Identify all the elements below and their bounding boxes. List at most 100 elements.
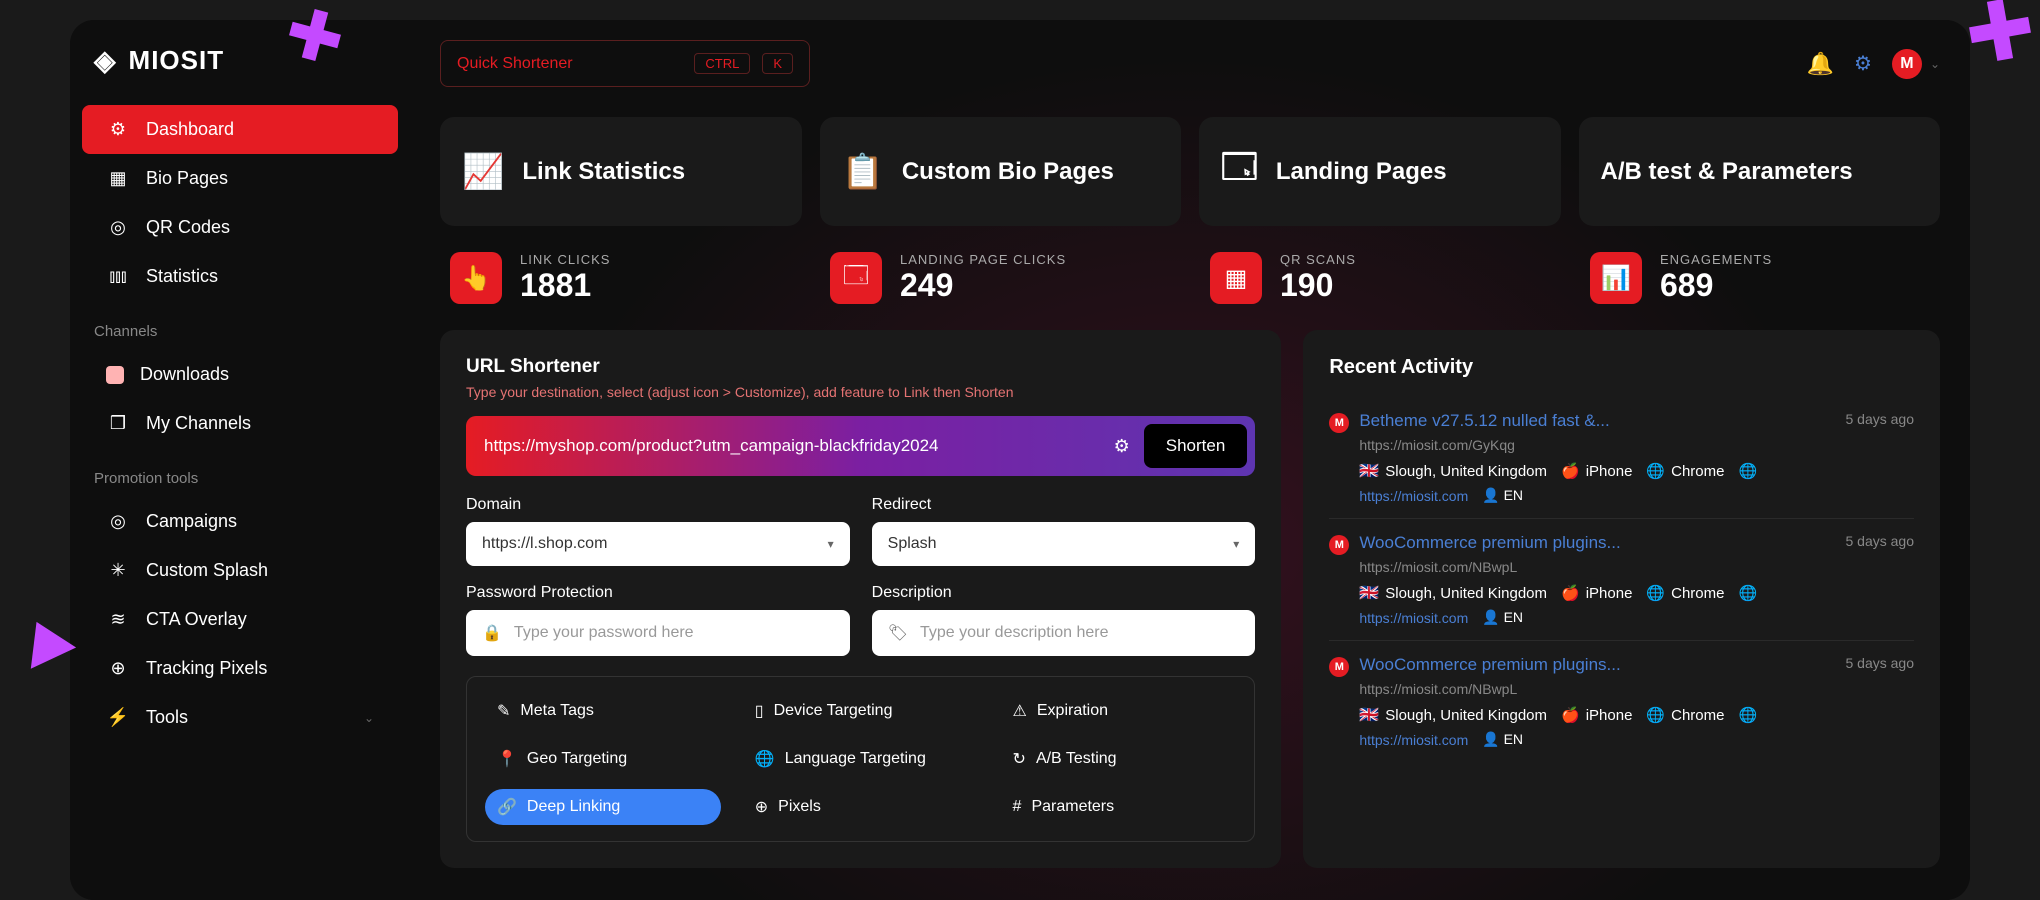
activity-browser: Chrome [1671,463,1724,480]
sidebar-item-label: Downloads [140,364,229,385]
adjust-icon[interactable]: ⚙ [1114,436,1130,457]
activity-title[interactable]: WooCommerce premium plugins... [1359,655,1835,675]
sidebar-item-my-channels[interactable]: ❒ My Channels [82,399,398,448]
stat-value: 1881 [520,267,610,304]
avatar: M [1892,49,1922,79]
activity-title[interactable]: Betheme v27.5.12 nulled fast &... [1359,411,1835,431]
activity-item: M Betheme v27.5.12 nulled fast &... 5 da… [1329,397,1914,519]
redirect-select[interactable]: Splash ▾ [872,522,1256,566]
kbd-ctrl: CTRL [694,53,750,74]
feature-language-targeting[interactable]: 🌐Language Targeting [743,741,979,777]
activity-lang: EN [1504,487,1523,503]
sidebar-item-custom-splash[interactable]: ✳ Custom Splash [82,546,398,595]
feature-label: Expiration [1037,702,1108,720]
settings-icon[interactable]: ⚙ [1854,51,1872,76]
feature-label: Parameters [1031,798,1114,816]
url-input-row: https://myshop.com/product?utm_campaign-… [466,416,1255,476]
feature-meta-tags[interactable]: ✎Meta Tags [485,693,721,729]
sidebar-item-dashboard[interactable]: ⚙ Dashboard [82,105,398,154]
activity-browser: Chrome [1671,707,1724,724]
activity-title[interactable]: WooCommerce premium plugins... [1359,533,1835,553]
description-input[interactable]: 🏷 Type your description here [872,610,1256,656]
sidebar-item-label: QR Codes [146,217,230,238]
feature-device-targeting[interactable]: ▯ Device Targeting [743,693,979,729]
stat-value: 190 [1280,267,1356,304]
tab-label: Landing Pages [1276,158,1447,186]
quick-shortener-search[interactable]: Quick Shortener CTRL K [440,40,810,87]
feature-expiration[interactable]: ⚠ Expiration [1001,693,1237,729]
tab-landing-pages[interactable]: 🗔 Landing Pages [1199,117,1561,226]
panel-title: Recent Activity [1329,356,1914,379]
tab-label: Link Statistics [522,158,685,186]
sidebar-item-campaigns[interactable]: ◎ Campaigns [82,497,398,546]
feature-parameters[interactable]: # Parameters [1001,789,1237,825]
activity-link[interactable]: https://miosit.com [1359,610,1468,626]
redirect-label: Redirect [872,496,1256,514]
activity-url: https://miosit.com/NBwpL [1329,559,1914,575]
domain-select[interactable]: https://l.shop.com ▾ [466,522,850,566]
feature-geo-targeting[interactable]: 📍Geo Targeting [485,741,721,777]
feature-label: Pixels [778,798,821,816]
sidebar-item-downloads[interactable]: Downloads [82,350,398,399]
sidebar-item-qr-codes[interactable]: ◎ QR Codes [82,203,398,252]
activity-time: 5 days ago [1846,533,1915,549]
activity-link[interactable]: https://miosit.com [1359,732,1468,748]
tab-ab-test[interactable]: A/B test & Parameters [1579,117,1941,226]
decoration-plus [1970,0,2030,60]
user-icon: 👤 [1482,731,1499,747]
chrome-icon: 🌐 [1646,462,1665,480]
brand-logo[interactable]: ◈ MIOSIT [70,44,410,105]
feature-label: Deep Linking [527,798,620,816]
activity-link[interactable]: https://miosit.com [1359,488,1468,504]
activity-lang: EN [1504,609,1523,625]
device-icon: ▯ [755,701,764,721]
sidebar-item-cta-overlay[interactable]: ≋ CTA Overlay [82,595,398,644]
stat-landing-page-clicks: 🗔 LANDING PAGE CLICKS 249 [830,252,1170,304]
recent-activity-panel: Recent Activity M Betheme v27.5.12 nulle… [1303,330,1940,868]
description-placeholder: Type your description here [920,624,1109,642]
activity-badge: M [1329,535,1349,555]
sidebar-item-label: Campaigns [146,511,237,532]
sidebar-section-promotion: Promotion tools [70,448,410,497]
apple-icon: 🍎 [1561,462,1580,480]
activity-item: M WooCommerce premium plugins... 5 days … [1329,641,1914,762]
app-window: ◈ MIOSIT ⚙ Dashboard ▦ Bio Pages ◎ QR Co… [70,20,1970,900]
cube-icon: ❒ [106,413,130,434]
decoration-triangle [14,611,76,668]
layers-icon: ≋ [106,609,130,630]
feature-label: Meta Tags [520,702,594,720]
tag-icon: 🏷 [888,623,908,643]
panel-title: URL Shortener [466,356,1255,378]
feature-ab-testing[interactable]: ↻A/B Testing [1001,741,1237,777]
url-input[interactable]: https://myshop.com/product?utm_campaign-… [484,436,1100,456]
feature-deep-linking[interactable]: 🔗Deep Linking [485,789,721,825]
tab-custom-bio-pages[interactable]: 📋 Custom Bio Pages [820,117,1182,226]
activity-location: Slough, United Kingdom [1385,585,1547,602]
feature-pixels[interactable]: ⊕Pixels [743,789,979,825]
chevron-down-icon: ▾ [828,537,834,551]
sidebar-item-tracking-pixels[interactable]: ⊕ Tracking Pixels [82,644,398,693]
sidebar-item-bio-pages[interactable]: ▦ Bio Pages [82,154,398,203]
user-menu[interactable]: M ⌄ [1892,49,1940,79]
flag-icon: 🇬🇧 [1359,705,1379,725]
window-icon: 🗔 [1221,143,1258,200]
list-icon: 📋 [842,152,884,192]
password-input[interactable]: 🔒 Type your password here [466,610,850,656]
sidebar-item-statistics[interactable]: ⫾⫾⫾ Statistics [82,252,398,301]
sidebar-item-label: CTA Overlay [146,609,247,630]
stat-value: 249 [900,267,1066,304]
tab-link-statistics[interactable]: 📈 Link Statistics [440,117,802,226]
main-content: Quick Shortener CTRL K 🔔 ⚙ M ⌄ 📈 [410,20,1970,900]
domain-label: Domain [466,496,850,514]
warning-icon: ⚠ [1013,701,1027,721]
bell-icon[interactable]: 🔔 [1807,51,1834,77]
sidebar-item-label: Tools [146,707,188,728]
sidebar-item-tools[interactable]: ⚡ Tools ⌄ [82,693,398,742]
feature-label: A/B Testing [1036,750,1117,768]
hash-icon: # [1013,798,1022,816]
shorten-button[interactable]: Shorten [1144,424,1248,468]
stat-engagements: 📊 ENGAGEMENTS 689 [1590,252,1930,304]
sidebar-item-label: Tracking Pixels [146,658,267,679]
feature-label: Device Targeting [774,702,893,720]
tab-label: A/B test & Parameters [1601,158,1853,186]
